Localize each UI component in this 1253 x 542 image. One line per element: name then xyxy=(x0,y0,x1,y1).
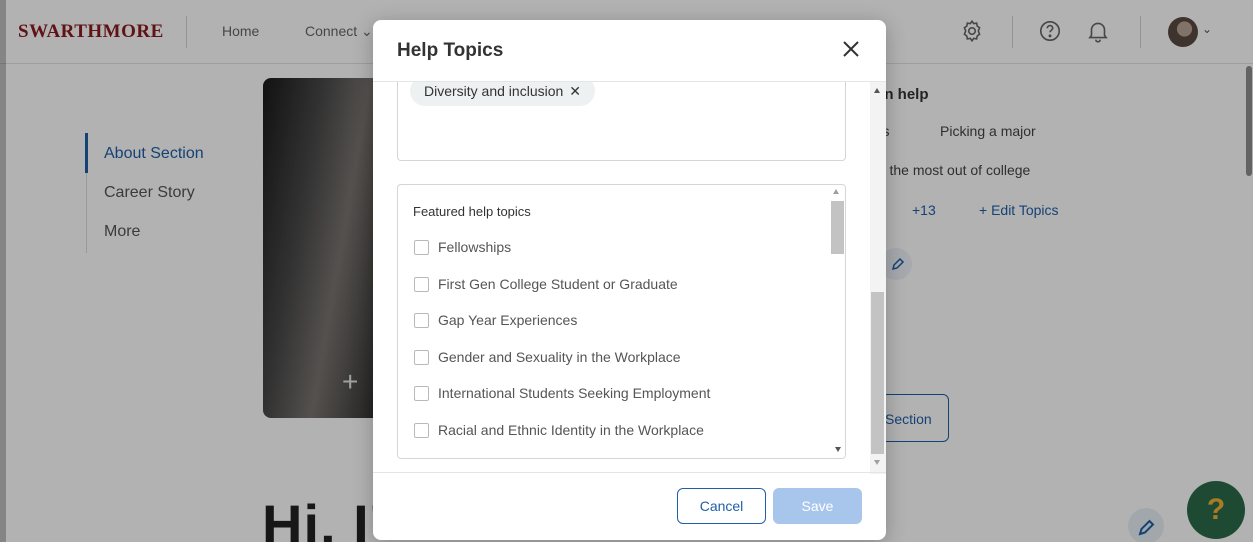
topic-label: Gap Year Experiences xyxy=(438,312,578,328)
chip-label: Diversity and inclusion xyxy=(424,83,564,99)
topic-checkbox[interactable] xyxy=(414,423,429,438)
window-edge xyxy=(0,0,6,542)
topic-label: Gender and Sexuality in the Workplace xyxy=(438,349,681,365)
remove-chip-icon[interactable]: ✕ xyxy=(569,82,581,106)
topic-checkbox[interactable] xyxy=(414,386,429,401)
selected-topic-chip: Diversity and inclusion ✕ xyxy=(410,82,596,106)
topics-scrollbar-thumb[interactable] xyxy=(831,201,844,254)
topic-checkbox[interactable] xyxy=(414,240,429,255)
topics-list: Featured help topics Fellowships First G… xyxy=(397,184,846,459)
modal-title: Help Topics xyxy=(397,40,504,61)
scroll-up-arrow[interactable] xyxy=(874,88,880,93)
cancel-button[interactable]: Cancel xyxy=(677,488,766,524)
topic-checkbox[interactable] xyxy=(414,350,429,365)
featured-topics-heading: Featured help topics xyxy=(413,204,531,219)
scroll-down-arrow[interactable] xyxy=(835,447,841,452)
close-icon[interactable] xyxy=(839,37,863,61)
topic-label: Racial and Ethnic Identity in the Workpl… xyxy=(438,422,704,438)
divider xyxy=(373,472,886,473)
topic-label: Fellowships xyxy=(438,239,512,255)
selected-topics-field[interactable]: Diversity and inclusion ✕ xyxy=(397,82,846,161)
scroll-up-arrow[interactable] xyxy=(833,189,839,194)
save-button[interactable]: Save xyxy=(773,488,862,524)
help-topics-modal: Help Topics Diversity and inclusion ✕ Fea… xyxy=(373,20,886,540)
modal-scrollbar-thumb[interactable] xyxy=(871,292,884,454)
scroll-down-arrow[interactable] xyxy=(874,460,880,465)
modal-body: Diversity and inclusion ✕ Featured help t… xyxy=(373,82,886,472)
topic-label: First Gen College Student or Graduate xyxy=(438,276,678,292)
topic-checkbox[interactable] xyxy=(414,313,429,328)
topic-label: International Students Seeking Employmen… xyxy=(438,385,711,401)
topic-checkbox[interactable] xyxy=(414,277,429,292)
